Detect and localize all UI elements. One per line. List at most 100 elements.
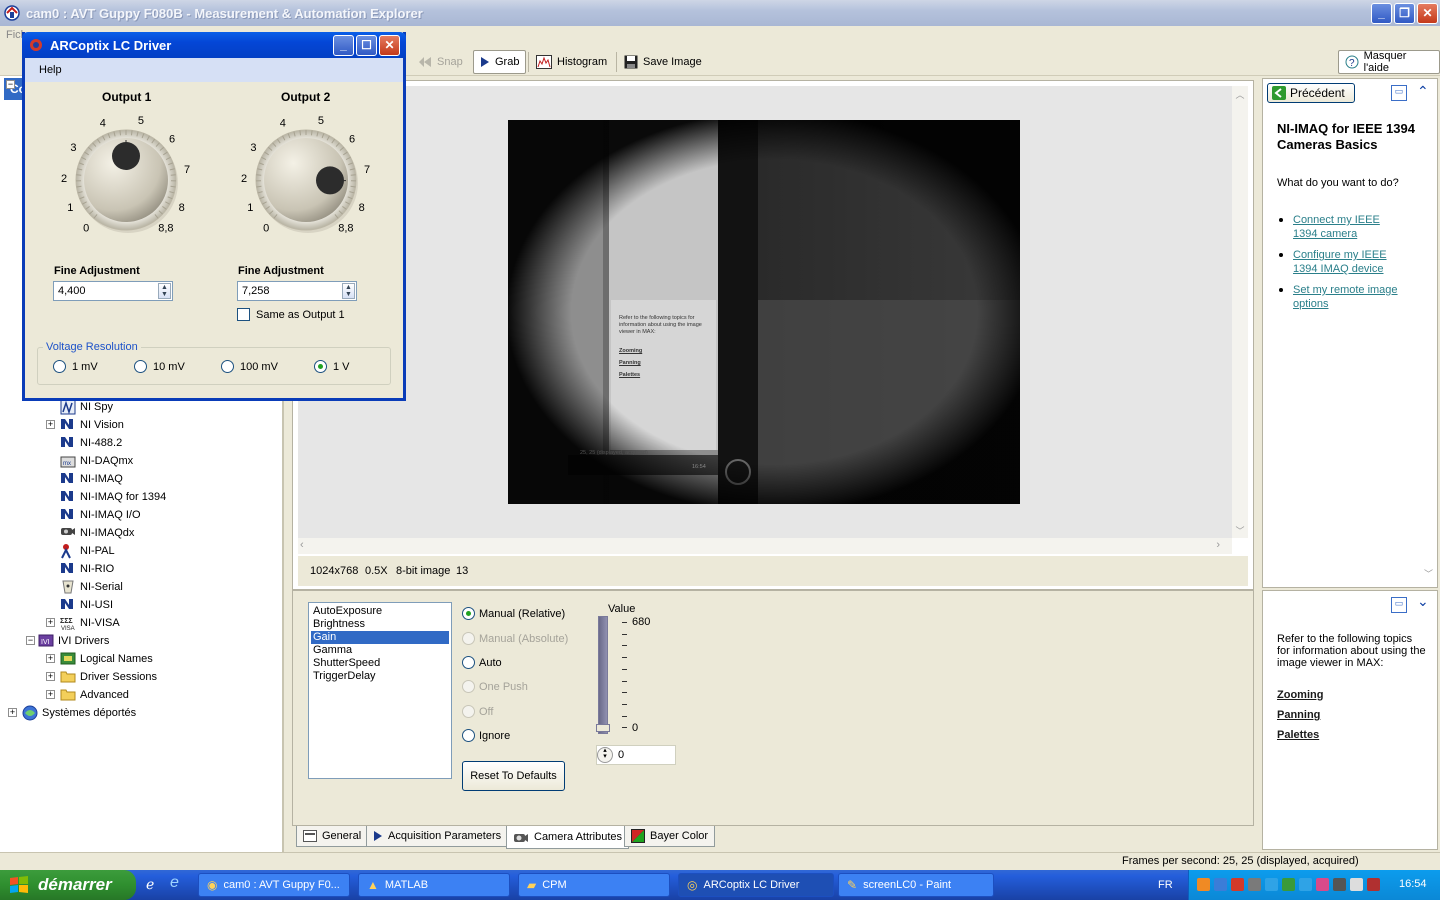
- radio-button[interactable]: [462, 705, 475, 718]
- language-indicator[interactable]: FR: [1158, 879, 1173, 891]
- main-window-title-bar[interactable]: cam0 : AVT Guppy F080B - Measurement & A…: [0, 0, 1440, 26]
- help-panning-link[interactable]: Panning: [1277, 709, 1320, 721]
- taskbar-button[interactable]: ▲ MATLAB: [358, 873, 510, 897]
- help-link[interactable]: Set my remote image options: [1293, 283, 1403, 311]
- minimize-button[interactable]: _: [1371, 3, 1392, 24]
- checkbox-box[interactable]: [237, 308, 250, 321]
- voltage-resolution-option[interactable]: 10 mV: [134, 360, 185, 373]
- taskbar-button[interactable]: ▰ CPM: [518, 873, 670, 897]
- start-button[interactable]: démarrer: [0, 870, 136, 900]
- dialog-maximize-button[interactable]: ☐: [356, 35, 377, 56]
- help-window-icon[interactable]: ▭: [1391, 85, 1407, 101]
- collapse-up-icon[interactable]: ⌃: [1417, 83, 1429, 100]
- browser-quicklaunch-icon[interactable]: e: [170, 874, 179, 892]
- output1-dial[interactable]: 01 2 3 4 5 6 7 8 8,8: [61, 115, 190, 235]
- save-image-button[interactable]: Save Image: [618, 50, 708, 74]
- radio-button[interactable]: [53, 360, 66, 373]
- tree-item[interactable]: NI-IMAQ: [60, 470, 123, 488]
- help-scroll-down-icon[interactable]: ﹀: [1424, 567, 1433, 580]
- fine-adjustment-1-field[interactable]: 4,400 ▲ ▼: [53, 281, 173, 301]
- tree-expander[interactable]: +: [46, 618, 55, 627]
- attribute-list-item[interactable]: AutoExposure: [311, 605, 449, 618]
- histogram-button[interactable]: Histogram: [530, 50, 613, 74]
- attribute-list-item[interactable]: Gamma: [311, 644, 449, 657]
- tree-expander[interactable]: −: [6, 80, 15, 89]
- radio-button[interactable]: [462, 656, 475, 669]
- image-horizontal-scrollbar[interactable]: ‹ ›: [298, 538, 1232, 554]
- value-slider-track[interactable]: [598, 616, 608, 734]
- tree-item[interactable]: NI-IMAQdx: [60, 524, 134, 542]
- scroll-right-arrow-icon[interactable]: ›: [1216, 539, 1220, 551]
- grab-button[interactable]: Grab: [473, 50, 527, 74]
- radio-button[interactable]: [462, 632, 475, 645]
- mode-radio-option[interactable]: Manual (Absolute): [462, 632, 568, 645]
- tree-expander[interactable]: −: [26, 636, 35, 645]
- dialog-menu-help[interactable]: Help: [39, 64, 62, 76]
- scroll-up-arrow-icon[interactable]: ︿: [1234, 88, 1246, 100]
- output2-dial[interactable]: 01 2 3 4 5 6 7 8 8,8: [241, 115, 370, 235]
- tree-item[interactable]: ΣΣΣ VISA NI-VISA: [60, 614, 120, 632]
- tree-expander[interactable]: +: [8, 708, 17, 717]
- help-zooming-link[interactable]: Zooming: [1277, 689, 1323, 701]
- tree-expander[interactable]: +: [46, 654, 55, 663]
- tree-item[interactable]: Logical Names: [60, 650, 153, 668]
- reset-to-defaults-button[interactable]: Reset To Defaults: [462, 761, 565, 791]
- attribute-list-item[interactable]: Brightness: [311, 618, 449, 631]
- radio-button[interactable]: [462, 680, 475, 693]
- attribute-list-item[interactable]: Gain: [311, 631, 449, 644]
- voltage-resolution-option[interactable]: 100 mV: [221, 360, 278, 373]
- help-palettes-link[interactable]: Palettes: [1277, 729, 1319, 741]
- radio-button[interactable]: [134, 360, 147, 373]
- tree-item[interactable]: NI-Serial: [60, 578, 123, 596]
- tree-item[interactable]: NI-USI: [60, 596, 113, 614]
- help-lower-window-icon[interactable]: ▭: [1391, 597, 1407, 613]
- close-button[interactable]: ✕: [1417, 3, 1438, 24]
- same-as-output1-checkbox[interactable]: Same as Output 1: [237, 308, 345, 321]
- tree-item[interactable]: Advanced: [60, 686, 129, 704]
- spinner-arrows-icon[interactable]: ▲ ▼: [158, 283, 171, 299]
- mode-radio-option[interactable]: Manual (Relative): [462, 607, 565, 620]
- fine-adjustment-2-field[interactable]: 7,258 ▲ ▼: [237, 281, 357, 301]
- scroll-down-arrow-icon[interactable]: ﹀: [1234, 524, 1246, 536]
- radio-button[interactable]: [314, 360, 327, 373]
- tree-item[interactable]: NI-IMAQ I/O: [60, 506, 141, 524]
- value-spinner-icon[interactable]: ▴ ▾: [597, 747, 613, 763]
- value-slider-thumb[interactable]: [596, 724, 610, 732]
- back-button[interactable]: Précédent: [1267, 83, 1355, 103]
- mode-radio-option[interactable]: Ignore: [462, 729, 510, 742]
- tray-safely-remove-icon[interactable]: [1350, 878, 1363, 891]
- collapse-down-icon[interactable]: ⌄: [1417, 593, 1429, 610]
- tray-messenger-icon[interactable]: [1316, 878, 1329, 891]
- tray-network-icon[interactable]: [1214, 878, 1227, 891]
- attribute-listbox[interactable]: AutoExposure Brightness Gain Gamma ShutterSp…: [308, 602, 452, 779]
- help-link[interactable]: Connect my IEEE 1394 camera: [1293, 213, 1403, 241]
- attribute-list-item[interactable]: ShutterSpeed: [311, 657, 449, 670]
- tray-volume-icon[interactable]: [1333, 878, 1346, 891]
- tray-app-icon[interactable]: [1197, 878, 1210, 891]
- mode-radio-option[interactable]: Auto: [462, 656, 502, 669]
- voltage-resolution-option[interactable]: 1 mV: [53, 360, 98, 373]
- tray-sync-icon[interactable]: [1299, 878, 1312, 891]
- tree-item[interactable]: mx NI-DAQmx: [60, 452, 133, 470]
- tab-camera-attributes[interactable]: Camera Attributes: [506, 826, 630, 849]
- tray-monitor-icon[interactable]: [1265, 878, 1278, 891]
- hide-help-button[interactable]: ? Masquer l'aide: [1338, 50, 1440, 74]
- taskbar-button[interactable]: ✎ screenLC0 - Paint: [838, 873, 994, 897]
- tree-item[interactable]: IVI IVI Drivers: [38, 632, 109, 650]
- tree-item[interactable]: NI Vision: [60, 416, 124, 434]
- taskbar-button[interactable]: ◉ cam0 : AVT Guppy F0...: [198, 873, 350, 897]
- tray-update-icon[interactable]: [1282, 878, 1295, 891]
- tree-item[interactable]: NI-IMAQ for 1394: [60, 488, 166, 506]
- tree-expander[interactable]: +: [46, 672, 55, 681]
- mode-radio-option[interactable]: One Push: [462, 680, 528, 693]
- tab-general[interactable]: General: [296, 826, 369, 847]
- tray-pdf-icon[interactable]: [1231, 878, 1244, 891]
- tree-item[interactable]: NI-PAL: [60, 542, 115, 560]
- image-vertical-scrollbar[interactable]: ︿ ﹀: [1232, 86, 1248, 538]
- radio-button[interactable]: [462, 607, 475, 620]
- arcoptix-dialog-title-bar[interactable]: ARCoptix LC Driver _ ☐ ✕: [22, 32, 406, 58]
- taskbar-button[interactable]: ◎ ARCoptix LC Driver: [678, 873, 834, 897]
- tree-item[interactable]: Systèmes déportés: [22, 704, 136, 722]
- tray-security-icon[interactable]: [1367, 878, 1380, 891]
- help-link[interactable]: Configure my IEEE 1394 IMAQ device: [1293, 248, 1403, 276]
